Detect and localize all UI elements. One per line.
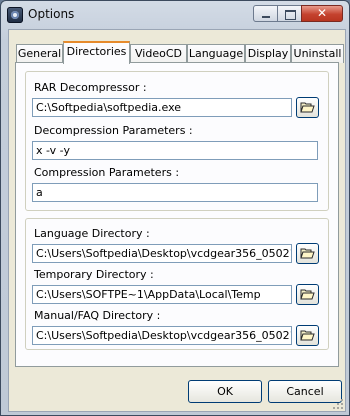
maximize-button[interactable] [277, 5, 302, 22]
manual-faq-directory-field[interactable]: C:\Users\Softpedia\Desktop\vcdgear356_05… [32, 326, 292, 345]
open-folder-icon [300, 330, 315, 341]
tab-uninstall[interactable]: Uninstall [291, 44, 344, 63]
close-icon: ✕ [316, 6, 328, 20]
directories-panel: RAR Decompressor : C:\Softpedia\softpedi… [15, 62, 339, 367]
compression-parameters-field[interactable]: a [32, 183, 318, 202]
language-directory-field[interactable]: C:\Users\Softpedia\Desktop\vcdgear356_05… [32, 244, 292, 263]
rar-decompressor-label: RAR Decompressor : [34, 81, 147, 94]
tab-general[interactable]: General [16, 44, 63, 63]
window-title: Options [28, 7, 75, 21]
close-button[interactable]: ✕ [301, 5, 343, 22]
decompression-parameters-field[interactable]: x -v -y [32, 141, 318, 160]
ok-button[interactable]: OK [188, 380, 262, 403]
decompression-parameters-label: Decompression Parameters : [34, 124, 193, 137]
caption-buttons: ✕ [253, 5, 343, 23]
cancel-button[interactable]: Cancel [268, 380, 342, 403]
app-icon[interactable] [7, 7, 23, 23]
compression-parameters-label: Compression Parameters : [34, 166, 180, 179]
temporary-directory-field[interactable]: C:\Users\SOFTPE~1\AppData\Local\Temp [32, 285, 292, 304]
open-folder-icon [300, 102, 315, 113]
tab-videocd[interactable]: VideoCD [130, 44, 187, 63]
tab-display[interactable]: Display [245, 44, 291, 63]
resize-grip-icon[interactable] [332, 398, 344, 410]
options-window: Options ✕ General Directories VideoCD La… [0, 0, 350, 416]
minimize-icon [262, 16, 270, 18]
dialog-body: General Directories VideoCD Language Dis… [8, 29, 346, 412]
rar-decompressor-field[interactable]: C:\Softpedia\softpedia.exe [32, 98, 292, 117]
open-folder-icon [300, 248, 315, 259]
open-folder-icon [300, 289, 315, 300]
minimize-button[interactable] [253, 5, 278, 22]
temporary-directory-label: Temporary Directory : [34, 268, 154, 281]
directories-group: Language Directory : C:\Users\Softpedia\… [25, 218, 329, 350]
browse-manual-faq-directory-button[interactable] [296, 325, 319, 346]
browse-language-directory-button[interactable] [296, 243, 319, 264]
title-bar[interactable]: Options ✕ [1, 1, 349, 29]
rar-settings-group: RAR Decompressor : C:\Softpedia\softpedi… [25, 71, 329, 211]
language-directory-label: Language Directory : [34, 227, 150, 240]
browse-temporary-directory-button[interactable] [296, 284, 319, 305]
maximize-icon [285, 10, 296, 20]
tab-language[interactable]: Language [187, 44, 245, 63]
tab-directories[interactable]: Directories [63, 41, 130, 64]
browse-rar-decompressor-button[interactable] [296, 97, 319, 118]
manual-faq-directory-label: Manual/FAQ Directory : [34, 309, 161, 322]
